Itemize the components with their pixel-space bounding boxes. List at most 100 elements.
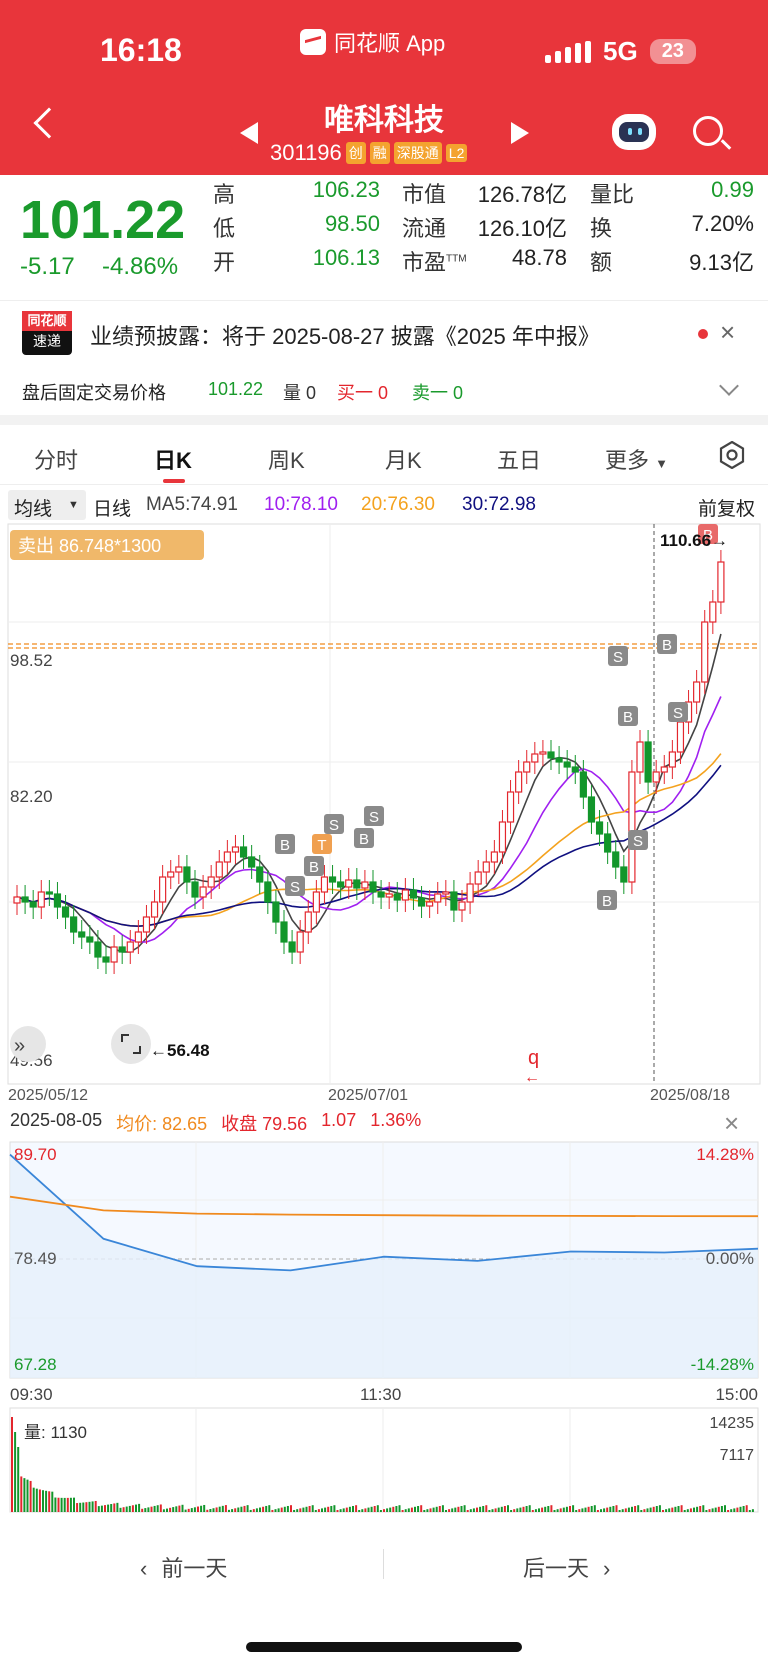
candle-body bbox=[53, 893, 62, 908]
volume-bar bbox=[544, 1506, 547, 1512]
volume-bar bbox=[476, 1507, 478, 1512]
candle-body bbox=[377, 891, 385, 898]
sell-record-text: 卖出 86.748*1300 bbox=[18, 536, 161, 556]
volume-bar bbox=[156, 1505, 159, 1512]
volume-bar bbox=[603, 1508, 606, 1512]
prev-day-button[interactable]: ‹ 前一天 bbox=[140, 1551, 227, 1583]
intraday-mid-left: 78.49 bbox=[14, 1249, 57, 1268]
volume-bar bbox=[606, 1507, 609, 1512]
next-stock-button[interactable] bbox=[511, 122, 529, 144]
candle-body bbox=[555, 757, 563, 763]
volume-bar bbox=[640, 1510, 643, 1512]
candle-body bbox=[620, 866, 628, 883]
volume-bar bbox=[485, 1505, 488, 1512]
intraday-chg: 1.07 bbox=[321, 1110, 357, 1130]
candle-body bbox=[199, 886, 207, 898]
candle-body bbox=[709, 601, 717, 623]
volume-bar bbox=[60, 1497, 63, 1512]
ma30-value: 30:72.98 bbox=[462, 494, 536, 515]
tab-intraday[interactable]: 分时 bbox=[34, 443, 78, 475]
tab-more[interactable]: 更多 ▼ bbox=[605, 443, 668, 475]
volume-bar bbox=[503, 1506, 506, 1512]
volume-bar bbox=[556, 1509, 559, 1512]
intraday-line-chart[interactable]: 89.70 78.49 67.28 14.28% 0.00% -14.28% 0… bbox=[0, 1140, 768, 1532]
volume-bar bbox=[569, 1506, 571, 1512]
volume-bar bbox=[615, 1505, 618, 1512]
volume-bar bbox=[541, 1507, 544, 1512]
candle-body bbox=[167, 871, 175, 878]
volume-bar bbox=[742, 1506, 745, 1512]
volume-bar bbox=[237, 1507, 240, 1512]
volume-bar bbox=[748, 1510, 751, 1512]
chevron-down-icon[interactable] bbox=[719, 376, 739, 396]
volume-bar bbox=[398, 1505, 401, 1512]
battery-icon: 23 bbox=[649, 39, 696, 64]
network-label: 5G bbox=[603, 36, 638, 66]
tab-daily-k[interactable]: 日K bbox=[154, 443, 192, 475]
volume-bar bbox=[516, 1508, 519, 1512]
robot-assistant-icon[interactable] bbox=[612, 114, 656, 150]
volume-bar bbox=[116, 1502, 119, 1512]
volume-bar bbox=[445, 1509, 447, 1512]
candle-body bbox=[644, 741, 652, 783]
tab-weekly-k[interactable]: 周K bbox=[268, 443, 305, 475]
volume-bar bbox=[668, 1508, 671, 1512]
candle-body bbox=[587, 796, 596, 823]
candle-body bbox=[506, 791, 515, 823]
tab-monthly-k[interactable]: 月K bbox=[385, 443, 422, 475]
volume-bar bbox=[680, 1505, 683, 1512]
candle-body bbox=[353, 879, 361, 889]
fullscreen-icon[interactable] bbox=[111, 1024, 151, 1064]
tab-five-day[interactable]: 五日 bbox=[497, 443, 541, 475]
volume-bar bbox=[596, 1510, 599, 1512]
candlestick-chart[interactable]: BSBTSBSBSBSBSB 98.52 82.20 49.56 2025/05… bbox=[0, 522, 768, 1102]
close-notice-icon[interactable]: × bbox=[720, 317, 735, 348]
search-icon[interactable] bbox=[693, 116, 723, 146]
next-day-button[interactable]: 后一天 › bbox=[523, 1551, 610, 1583]
earnings-notice[interactable]: 同花顺 速递 业绩预披露：将于 2025-08-27 披露《2025 年中报》 × bbox=[0, 300, 768, 365]
volume-bar bbox=[658, 1505, 661, 1512]
adjust-mode[interactable]: 前复权 bbox=[698, 494, 755, 521]
volume-bar bbox=[54, 1497, 57, 1512]
candle-body bbox=[175, 866, 183, 873]
volume-bar bbox=[463, 1505, 466, 1512]
candle-body bbox=[345, 879, 353, 888]
volume-bar bbox=[383, 1509, 385, 1512]
signal-icon bbox=[545, 40, 591, 63]
afterhours-row[interactable]: 盘后固定交易价格 101.22 量 0 买一 0 卖一 0 bbox=[0, 365, 768, 415]
status-app-indicator[interactable]: 同花顺 App bbox=[300, 26, 445, 58]
volume-bar bbox=[429, 1508, 432, 1512]
volume-bar bbox=[457, 1506, 460, 1512]
volume-bar bbox=[460, 1505, 463, 1512]
candle-body bbox=[701, 621, 709, 683]
volume-bar bbox=[720, 1506, 723, 1512]
volume-bar bbox=[339, 1509, 342, 1512]
candle-body bbox=[102, 956, 110, 963]
volume-bar bbox=[107, 1504, 110, 1512]
settings-hexagon-icon[interactable] bbox=[718, 441, 746, 469]
volume-bar bbox=[125, 1506, 128, 1512]
ma-legend-bar: 均线 ▼ 日线 MA5:74.91 10:78.10 20:76.30 30:7… bbox=[0, 490, 768, 520]
volume-bar bbox=[330, 1505, 333, 1512]
volume-bar bbox=[141, 1508, 144, 1512]
volume-bar bbox=[311, 1505, 314, 1512]
tag-rong: 融 bbox=[369, 142, 390, 164]
volume-bar bbox=[525, 1506, 528, 1512]
volume-bar bbox=[327, 1506, 330, 1512]
candle-body bbox=[466, 883, 474, 903]
candle-body bbox=[13, 896, 21, 904]
volume-bar bbox=[584, 1507, 587, 1512]
tag-chuang: 创 bbox=[345, 142, 366, 164]
volume-bar bbox=[438, 1505, 441, 1512]
volume-bar bbox=[593, 1505, 596, 1512]
candle-body bbox=[223, 851, 231, 863]
tag-sgt: 深股通 bbox=[393, 142, 442, 164]
candle-body bbox=[21, 896, 29, 903]
volume-bars bbox=[11, 1417, 754, 1512]
volume-bar bbox=[159, 1504, 162, 1512]
close-intraday-icon[interactable]: × bbox=[724, 1108, 739, 1139]
amount-value: 9.13亿 bbox=[689, 250, 754, 275]
prev-stock-button[interactable] bbox=[240, 122, 258, 144]
volume-bar bbox=[231, 1509, 234, 1512]
time-end: 15:00 bbox=[715, 1385, 758, 1404]
